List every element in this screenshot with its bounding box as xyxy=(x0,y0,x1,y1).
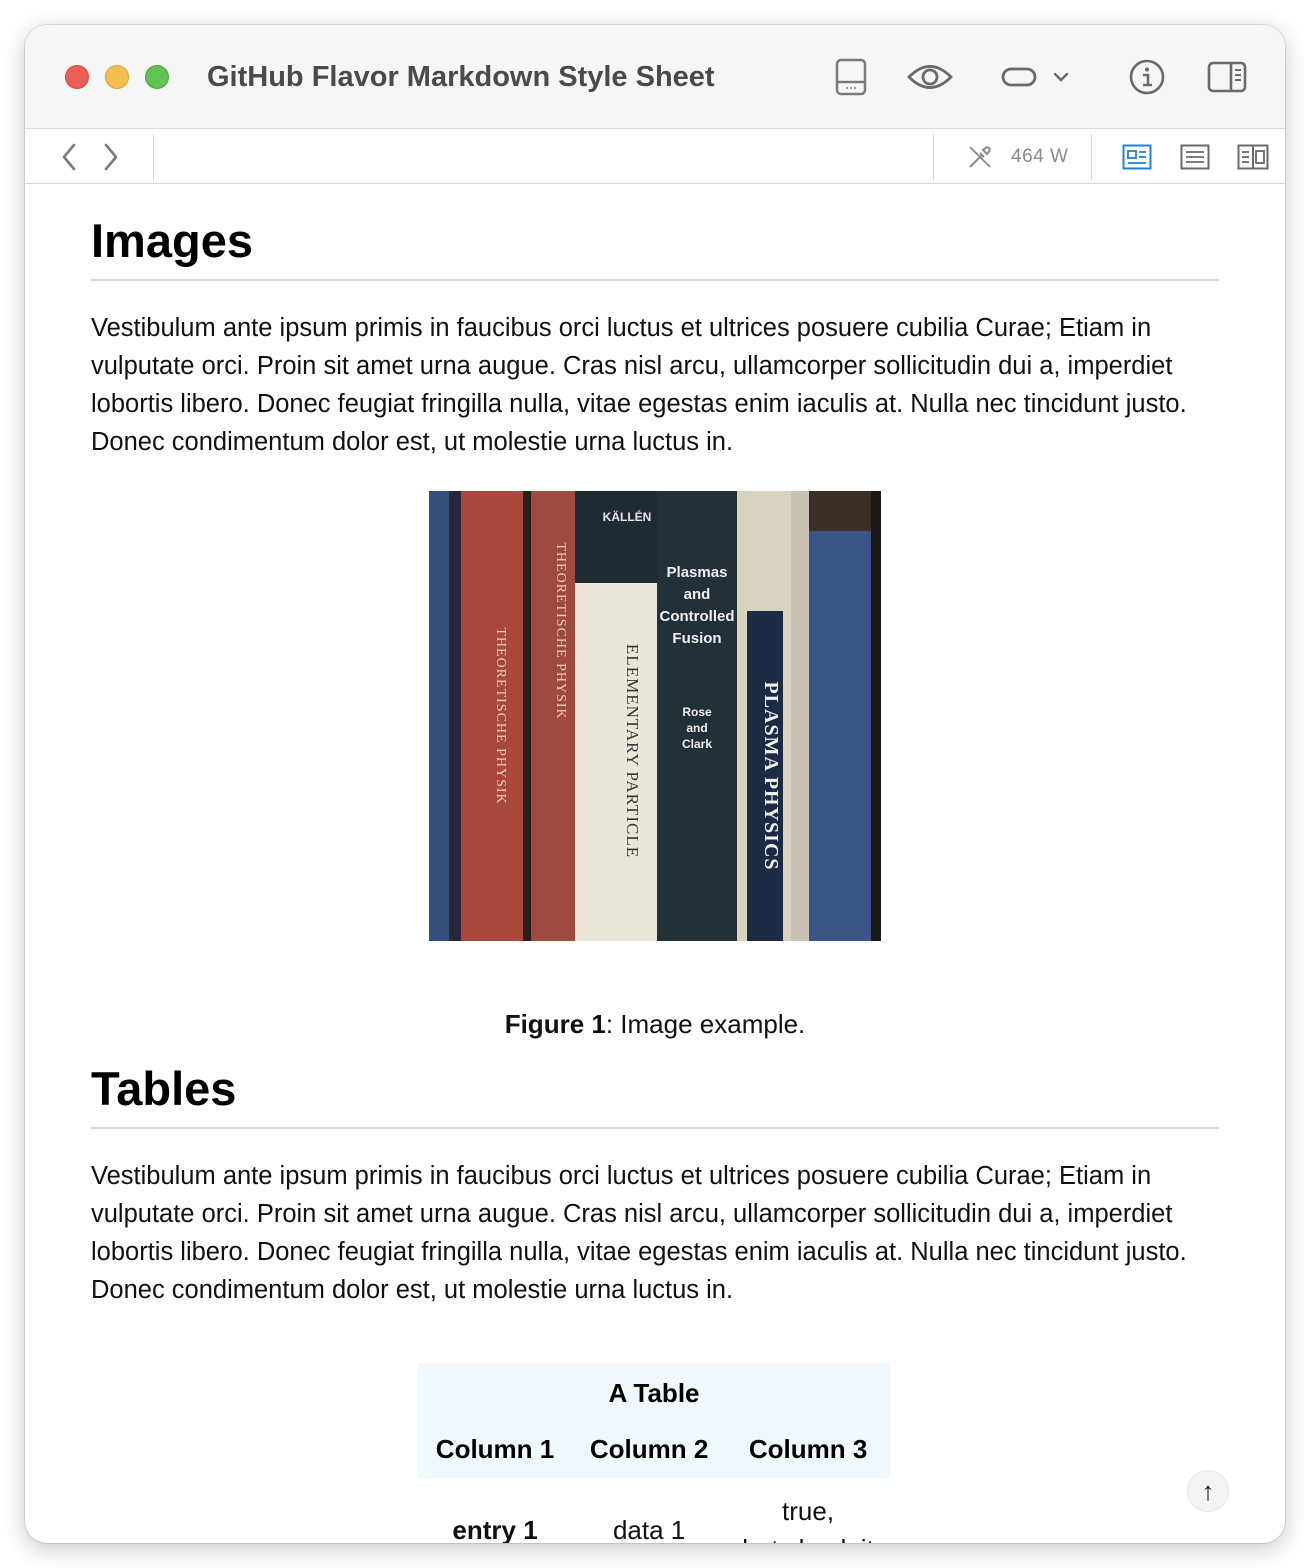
chevron-left-icon[interactable] xyxy=(54,142,84,172)
images-paragraph: Vestibulum ante ipsum primis in faucibus… xyxy=(91,314,1187,456)
images-heading: Images xyxy=(91,213,1219,281)
figure-caption: Figure 1: Image example. xyxy=(25,1008,1285,1040)
figure-caption-text: : Image example. xyxy=(605,1009,806,1039)
preview-mode-icon[interactable] xyxy=(1121,142,1153,172)
book-spine xyxy=(809,531,871,941)
table-container: A Table Column 1 Column 2 Column 3 entry… xyxy=(418,1363,890,1543)
window-title: GitHub Flavor Markdown Style Sheet xyxy=(207,61,715,93)
scroll-to-top-button[interactable]: ↑ xyxy=(1187,1470,1229,1512)
toolbar-divider xyxy=(1091,134,1092,180)
spine-text-line: Plasmas xyxy=(667,564,728,581)
book-spine xyxy=(575,583,657,941)
document-preview[interactable]: Images Vestibulum ante ipsum primis in f… xyxy=(25,185,1285,1543)
info-icon[interactable] xyxy=(1127,55,1167,99)
zoom-window-button[interactable] xyxy=(145,65,169,89)
table-caption: A Table xyxy=(418,1363,890,1421)
spine-text-theoretische-2: THEORETISCHE PHYSIK xyxy=(553,542,568,719)
spine-text-line: Clark xyxy=(682,737,712,751)
sidebar-toggle-icon[interactable] xyxy=(831,55,871,99)
spine-text-line: Controlled xyxy=(660,608,735,625)
toolbar-divider xyxy=(933,134,934,180)
column-header: Column 2 xyxy=(572,1421,727,1478)
column-header: Column 1 xyxy=(418,1421,573,1478)
spine-text-line: Rose xyxy=(682,705,712,719)
table-row: entry 1 data 1 true, but check it xyxy=(418,1478,890,1543)
spine-text-line: and xyxy=(684,586,711,603)
editor-toolbar: 464 W xyxy=(25,130,1285,184)
spine-text-plasma-physics: PLASMA PHYSICS xyxy=(760,681,782,870)
spine-text-line: Fusion xyxy=(672,630,721,647)
column-header: Column 3 xyxy=(726,1421,890,1478)
spine-text-line: and xyxy=(686,721,707,735)
eyedropper-icon[interactable] xyxy=(965,142,995,172)
split-mode-icon[interactable] xyxy=(1237,142,1269,172)
figure-caption-label: Figure 1 xyxy=(504,1009,606,1039)
pill-toggle-icon[interactable] xyxy=(999,55,1039,99)
eye-icon[interactable] xyxy=(905,55,955,99)
spine-text-elementary-particle: ELEMENTARY PARTICLE xyxy=(623,644,642,858)
word-count: 464 W xyxy=(1011,146,1069,167)
toolbar-divider xyxy=(153,134,154,180)
table-cell: data 1 xyxy=(612,1515,686,1543)
minimize-window-button[interactable] xyxy=(105,65,129,89)
book-spine xyxy=(461,491,523,941)
text-mode-icon[interactable] xyxy=(1179,142,1211,172)
tables-paragraph: Vestibulum ante ipsum primis in faucibus… xyxy=(91,1162,1187,1304)
spine-text-kallen: KÄLLÉN xyxy=(603,509,652,524)
spine-text-theoretische-1: THEORETISCHE PHYSIK xyxy=(493,627,508,804)
app-window: GitHub Flavor Markdown Style Sheet 464 W… xyxy=(25,25,1285,1543)
table-cell: true, but check it xyxy=(726,1478,890,1543)
figure-image: THEORETISCHE PHYSIK THEORETISCHE PHYSIK … xyxy=(429,491,881,941)
table-cell: entry 1 xyxy=(452,1515,538,1543)
inspector-panel-icon[interactable] xyxy=(1205,55,1249,99)
chevron-right-icon[interactable] xyxy=(96,142,126,172)
table-cell-line: but check it xyxy=(736,1530,880,1543)
tables-heading: Tables xyxy=(91,1061,1219,1129)
data-table: A Table Column 1 Column 2 Column 3 entry… xyxy=(418,1363,890,1543)
table-header-row: Column 1 Column 2 Column 3 xyxy=(418,1421,890,1478)
title-bar: GitHub Flavor Markdown Style Sheet xyxy=(25,25,1285,129)
table-cell-line: true, xyxy=(782,1496,835,1526)
bookshelf-image: THEORETISCHE PHYSIK THEORETISCHE PHYSIK … xyxy=(429,491,881,941)
chevron-down-icon[interactable] xyxy=(1049,55,1073,99)
close-window-button[interactable] xyxy=(65,65,89,89)
